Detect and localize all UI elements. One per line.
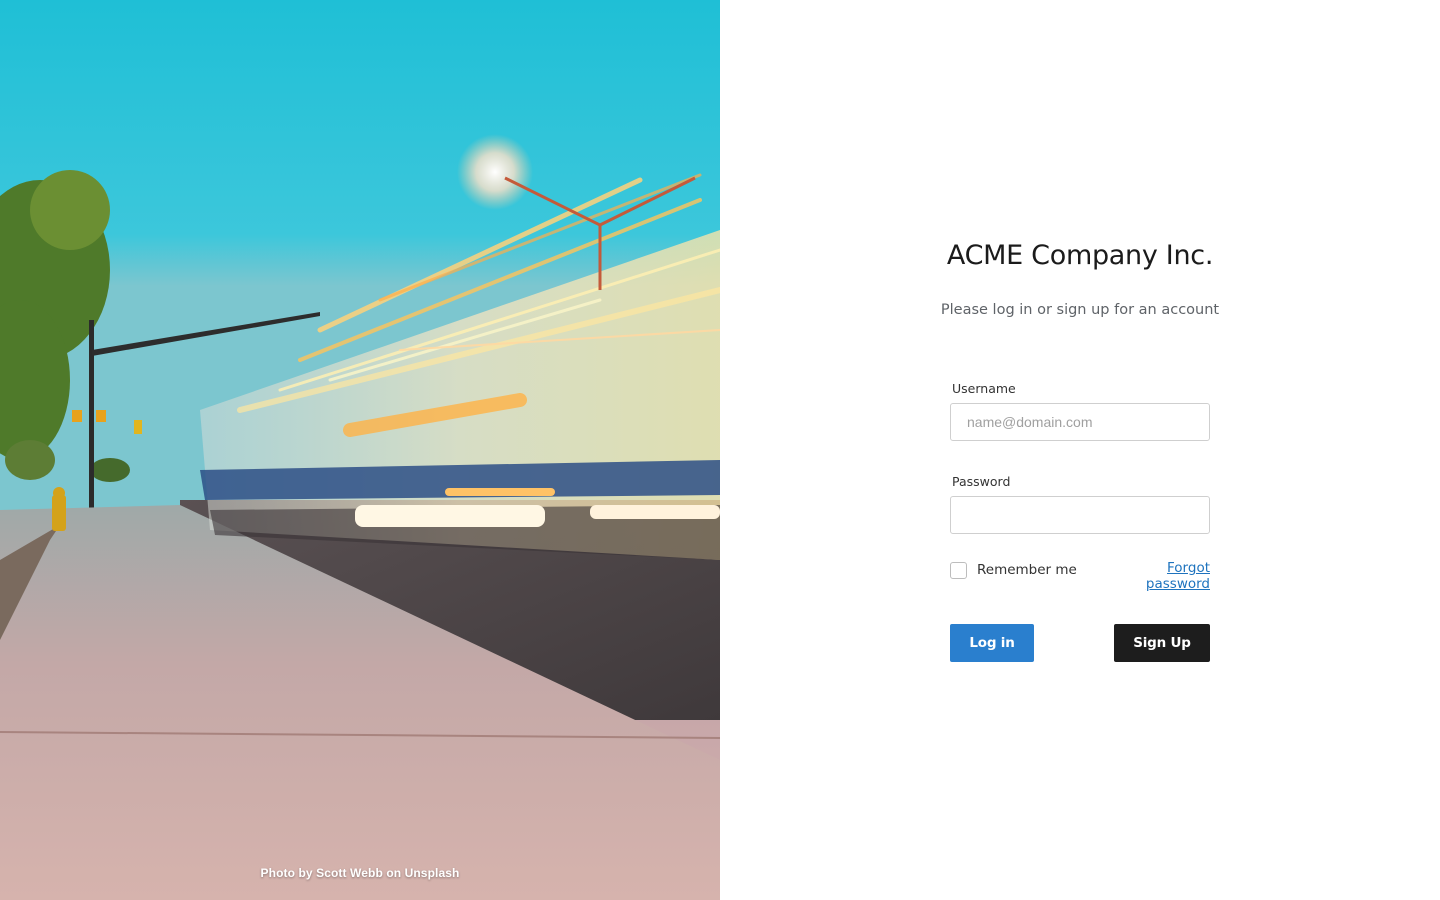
- username-input[interactable]: [950, 403, 1210, 441]
- bus-street-illustration: [0, 0, 720, 900]
- login-panel: ACME Company Inc. Please log in or sign …: [720, 0, 1440, 900]
- password-input[interactable]: [950, 496, 1210, 534]
- photo-credit: Photo by Scott Webb on Unsplash: [260, 866, 460, 880]
- username-label: Username: [952, 381, 1016, 396]
- login-button[interactable]: Log in: [950, 624, 1034, 662]
- remember-me-row: Remember me: [950, 560, 1077, 580]
- signup-button[interactable]: Sign Up: [1114, 624, 1210, 662]
- remember-me-checkbox[interactable]: [950, 561, 967, 579]
- background-photo: Photo by Scott Webb on Unsplash: [0, 0, 720, 900]
- login-subtitle: Please log in or sign up for an account: [940, 302, 1220, 318]
- remember-me-label[interactable]: Remember me: [977, 562, 1077, 578]
- password-label: Password: [952, 474, 1011, 489]
- forgot-password-link[interactable]: Forgot password: [1108, 560, 1210, 592]
- company-title: ACME Company Inc.: [946, 240, 1214, 271]
